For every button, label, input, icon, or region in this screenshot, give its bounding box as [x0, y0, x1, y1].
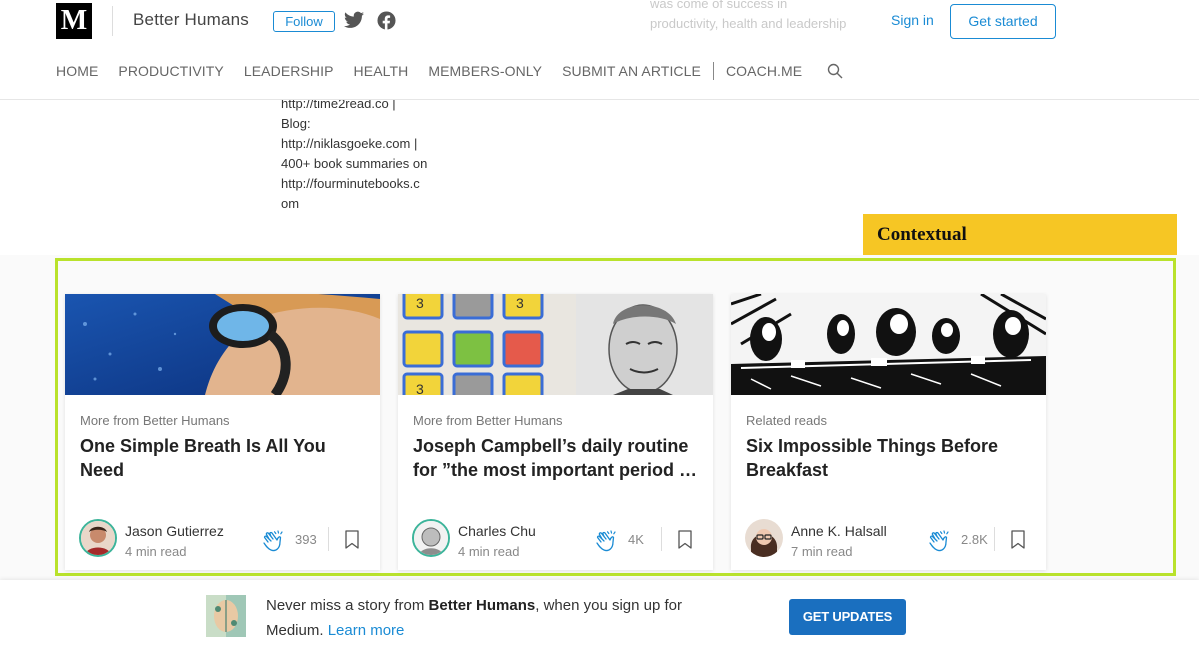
nav-productivity[interactable]: PRODUCTIVITY	[118, 63, 223, 79]
read-time: 4 min read	[125, 544, 187, 559]
bookmark-icon[interactable]	[345, 530, 359, 549]
clap-icon[interactable]	[261, 528, 287, 554]
bio-line: Blog:	[281, 116, 311, 131]
svg-text:3: 3	[516, 295, 524, 311]
bio-line[interactable]: http://niklasgoeke.com |	[281, 134, 451, 154]
story-card[interactable]: Related reads Six Impossible Things Befo…	[731, 294, 1046, 570]
publication-nav: HOME PRODUCTIVITY LEADERSHIP HEALTH MEMB…	[56, 62, 843, 80]
story-title[interactable]: Six Impossible Things Before Breakfast	[746, 434, 1036, 482]
svg-text:3: 3	[416, 295, 424, 311]
clap-icon[interactable]	[594, 528, 620, 554]
card-divider	[328, 527, 329, 551]
nav-leadership[interactable]: LEADERSHIP	[244, 63, 334, 79]
header-divider	[112, 6, 113, 36]
read-time: 7 min read	[791, 544, 853, 559]
clap-count: 2.8K	[961, 532, 988, 547]
author-name[interactable]: Anne K. Halsall	[791, 523, 887, 539]
svg-text:3: 3	[416, 381, 424, 395]
story-card[interactable]: 3 3 3 More from Better Humans Joseph Cam…	[398, 294, 713, 570]
clap-count: 393	[295, 532, 317, 547]
avatar[interactable]	[412, 519, 450, 557]
author-name[interactable]: Jason Gutierrez	[125, 523, 224, 539]
site-header: was come of success in productivity, hea…	[0, 0, 1199, 100]
publication-name[interactable]: Better Humans	[133, 10, 249, 30]
clap-icon[interactable]	[927, 528, 953, 554]
learn-more-link[interactable]: Learn more	[328, 622, 405, 639]
story-image-diver[interactable]	[65, 294, 380, 395]
nav-submit-article[interactable]: SUBMIT AN ARTICLE	[562, 63, 701, 79]
bio-line: 400+ book summaries on	[281, 156, 428, 171]
twitter-icon[interactable]	[344, 11, 364, 29]
bio-line[interactable]: http://fourminutebooks.c	[281, 174, 451, 194]
signup-publication: Better Humans	[428, 597, 536, 614]
contextual-label: Contextual	[863, 214, 1177, 255]
card-divider	[661, 527, 662, 551]
background-snippet-text: was come of success in productivity, hea…	[650, 0, 847, 31]
avatar[interactable]	[79, 519, 117, 557]
signup-message: Never miss a story from Better Humans, w…	[266, 593, 736, 643]
sign-in-link[interactable]: Sign in	[891, 12, 934, 28]
story-image-tea-party[interactable]	[731, 294, 1046, 395]
author-bio: http://time2read.co | Blog: http://nikla…	[281, 94, 451, 214]
get-started-button[interactable]: Get started	[950, 4, 1056, 39]
bookmark-icon[interactable]	[1011, 530, 1025, 549]
nav-home[interactable]: HOME	[56, 63, 98, 79]
card-divider	[994, 527, 995, 551]
nav-health[interactable]: HEALTH	[354, 63, 409, 79]
nav-members-only[interactable]: MEMBERS-ONLY	[428, 63, 542, 79]
bio-line[interactable]: om	[281, 194, 451, 214]
search-icon[interactable]	[827, 63, 843, 79]
author-name[interactable]: Charles Chu	[458, 523, 536, 539]
story-card[interactable]: More from Better Humans One Simple Breat…	[65, 294, 380, 570]
facebook-icon[interactable]	[377, 11, 396, 30]
story-kicker: More from Better Humans	[413, 413, 563, 428]
read-time: 4 min read	[458, 544, 520, 559]
signup-text-pre: Never miss a story from	[266, 597, 429, 614]
story-kicker: More from Better Humans	[80, 413, 230, 428]
medium-logo[interactable]: M	[56, 3, 92, 39]
publication-thumbnail	[206, 595, 246, 637]
clap-count: 4K	[628, 532, 644, 547]
nav-coach-me[interactable]: COACH.ME	[726, 63, 802, 79]
avatar[interactable]	[745, 519, 783, 557]
follow-button[interactable]: Follow	[273, 11, 335, 32]
bookmark-icon[interactable]	[678, 530, 692, 549]
get-updates-button[interactable]: GET UPDATES	[789, 599, 906, 635]
story-kicker: Related reads	[746, 413, 827, 428]
story-title[interactable]: One Simple Breath Is All You Need	[80, 434, 370, 482]
story-title[interactable]: Joseph Campbell’s daily routine for ”the…	[413, 434, 703, 482]
story-image-campbell[interactable]: 3 3 3	[398, 294, 713, 395]
nav-divider	[712, 62, 714, 80]
